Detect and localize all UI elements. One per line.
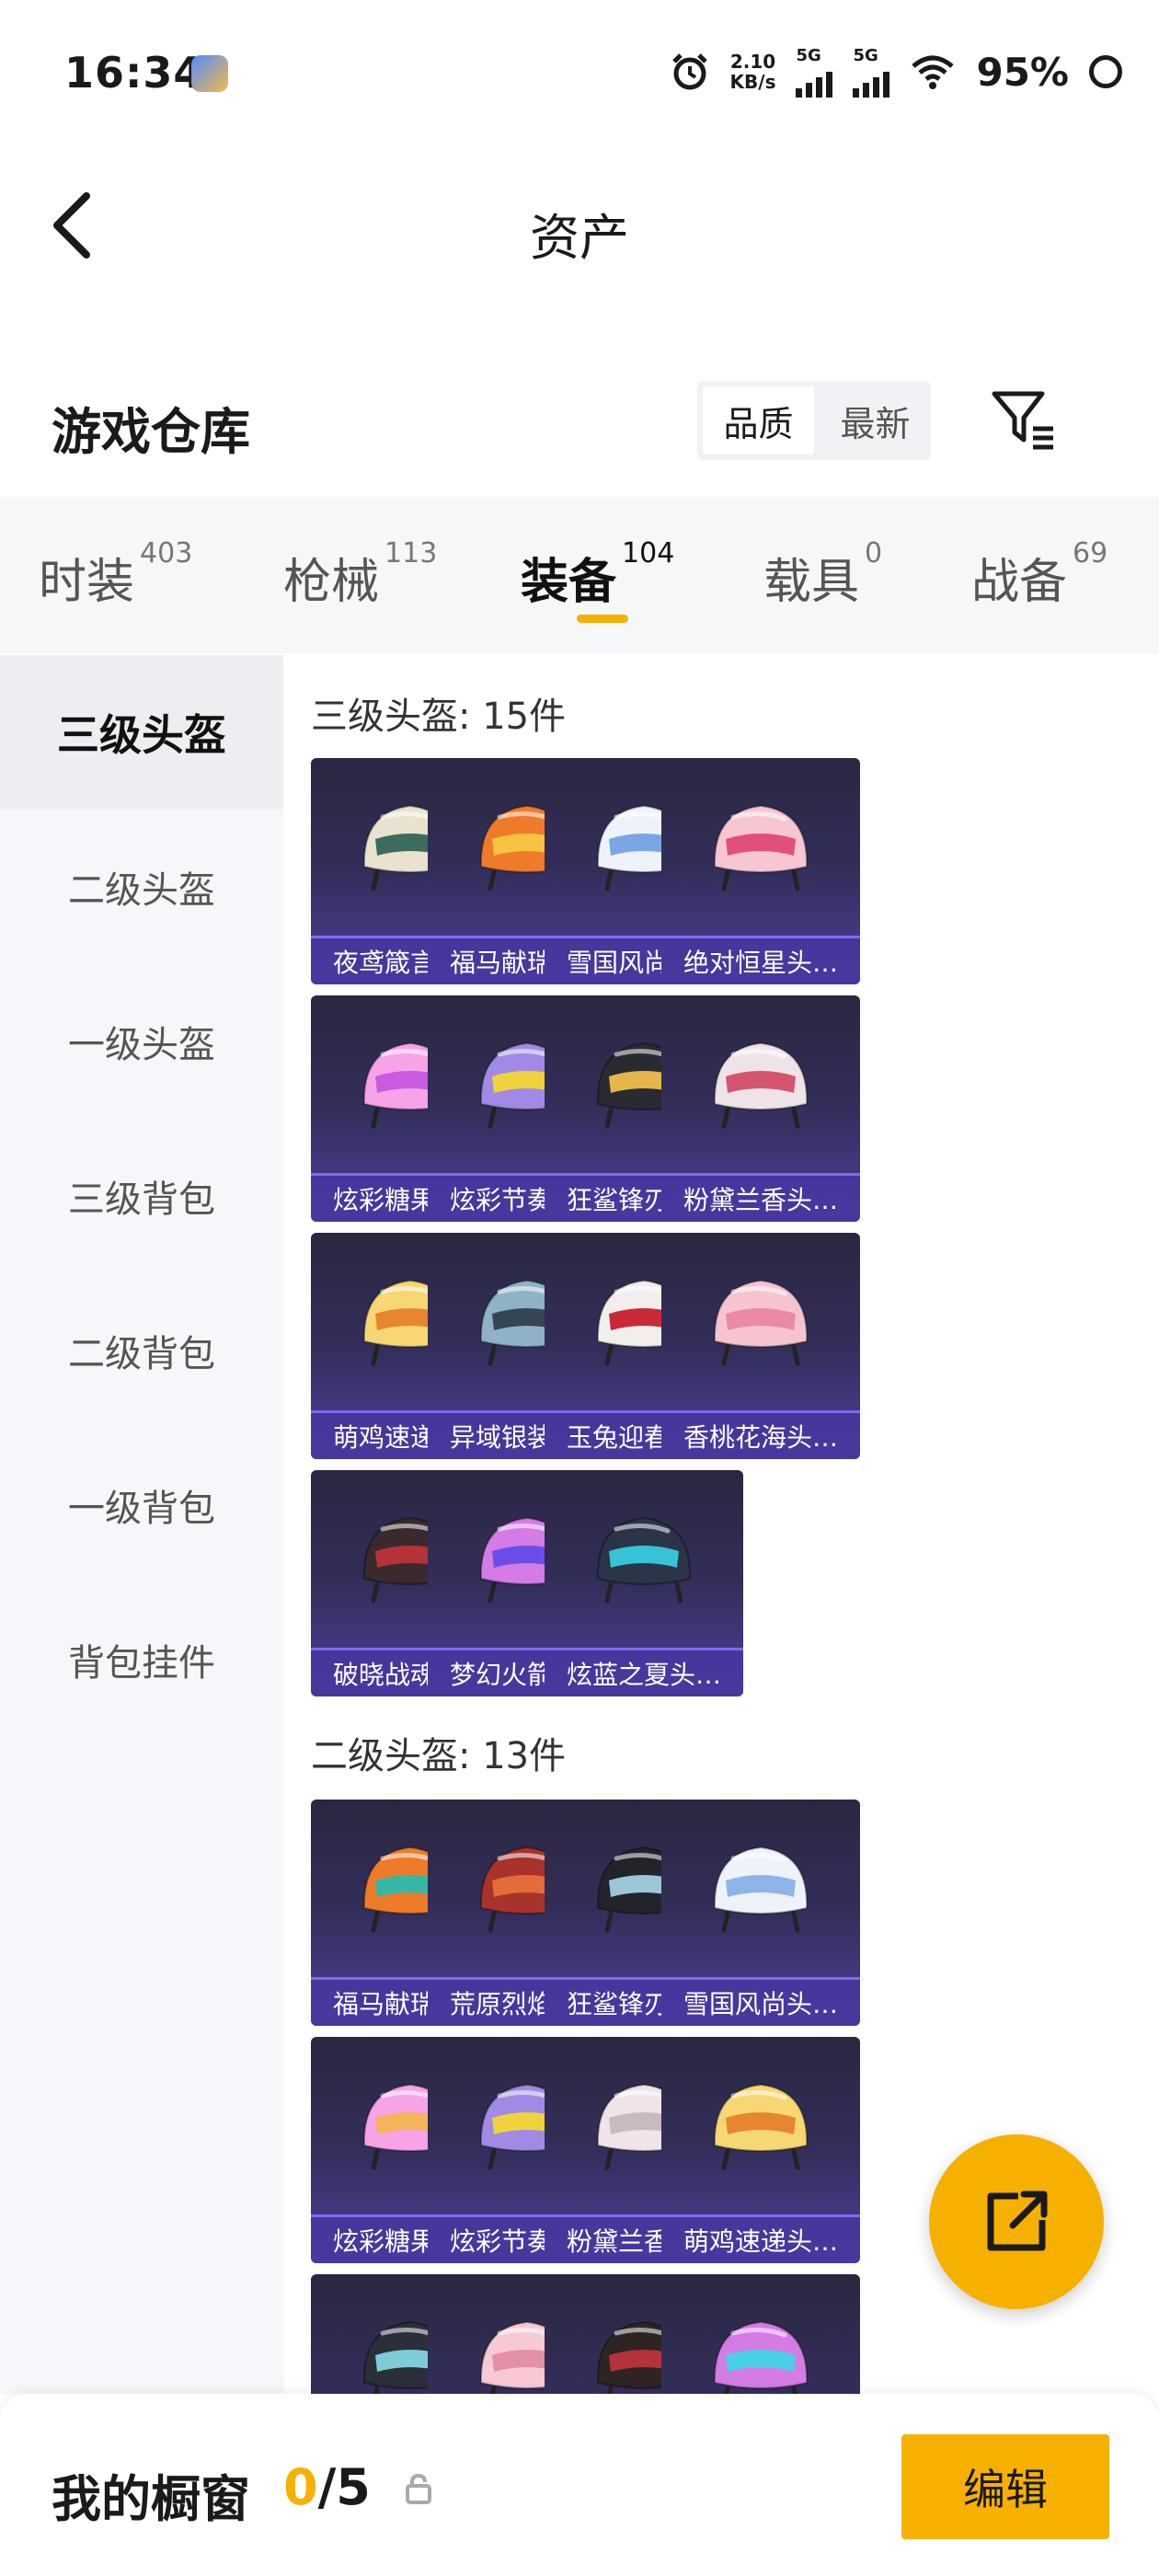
item-name: 粉黛兰香头…	[661, 1176, 860, 1222]
tab-label: 战备	[971, 555, 1068, 610]
net-speed: 2.10 KB/s	[730, 52, 776, 92]
signal-icon: 5G	[853, 46, 890, 98]
warehouse-title: 游戏仓库	[52, 403, 250, 461]
tab-combat-prep[interactable]: 战备69	[971, 537, 1107, 612]
tab-label: 枪械	[283, 555, 380, 610]
battery-level: 95%	[976, 49, 1069, 95]
item-name: 绝对恒星头…	[661, 938, 860, 984]
share-button[interactable]	[929, 2134, 1104, 2309]
item-card[interactable]: 萌鸡速递头…	[661, 2037, 860, 2263]
alarm-icon	[671, 53, 707, 90]
subcategory-sidebar: 三级头盔 二级头盔 一级头盔 三级背包 二级背包 一级背包 背包挂件	[0, 655, 283, 2394]
app-notification-icon	[191, 55, 228, 92]
share-external-icon	[987, 2191, 1048, 2251]
item-card[interactable]: 粉黛兰香头…	[661, 995, 860, 1222]
wifi-icon	[912, 55, 955, 89]
tab-count: 69	[1073, 537, 1108, 569]
sidebar-item-level3-backpack[interactable]: 三级背包	[0, 1119, 283, 1273]
sidebar-item-backpack-pendant[interactable]: 背包挂件	[0, 1582, 283, 1737]
helmet-icon	[713, 2320, 809, 2394]
tab-equipment[interactable]: 装备104	[521, 537, 674, 612]
item-card[interactable]: 炫蓝之夏头…	[545, 1470, 743, 1696]
item-card[interactable]: 绝对恒星头…	[661, 758, 860, 984]
status-indicators: 2.10 KB/s 5G 5G 95%	[670, 44, 1122, 99]
sidebar-item-level3-helmet[interactable]: 三级头盔	[0, 655, 283, 810]
lock-icon	[406, 2473, 431, 2504]
tab-label: 载具	[763, 555, 860, 610]
sort-option-latest[interactable]: 最新	[820, 381, 931, 460]
sidebar-item-level1-helmet[interactable]: 一级头盔	[0, 964, 283, 1119]
tab-count: 403	[140, 537, 193, 569]
tab-label: 装备	[521, 555, 617, 610]
status-time: 16:34	[64, 48, 204, 98]
item-card[interactable]	[661, 2274, 860, 2394]
sidebar-item-level2-helmet[interactable]: 二级头盔	[0, 810, 283, 964]
net-speed-value: 2.10	[729, 51, 776, 73]
sidebar-item-level2-backpack[interactable]: 二级背包	[0, 1273, 283, 1428]
showcase-total: /5	[317, 2458, 371, 2516]
nav-bar: 资产	[0, 166, 1159, 285]
page-title: 资产	[530, 209, 629, 267]
tab-label: 时装	[39, 555, 135, 610]
category-tabs: 时装403 枪械113 装备104 载具0 战备69	[0, 497, 1159, 653]
sort-option-quality[interactable]: 品质	[703, 386, 814, 454]
showcase-count: 0/5	[283, 2458, 371, 2516]
group-title: 二级头盔: 13件	[311, 1735, 567, 1777]
net-speed-unit: KB/s	[729, 71, 776, 93]
tab-count: 113	[384, 537, 438, 569]
item-card[interactable]: 雪国风尚头…	[661, 1800, 860, 2026]
status-bar: 16:34 2.10 KB/s 5G 5G 95%	[0, 0, 1159, 147]
filter-icon[interactable]	[989, 385, 1059, 454]
item-grid: 三级头盔: 15件 夜鸢箴言头… 福马献瑞头… 雪国风尚头… 绝对恒星头… 炫彩糖果头……	[283, 655, 1159, 2394]
helmet-icon	[713, 804, 809, 891]
sidebar-item-level1-backpack[interactable]: 一级背包	[0, 1428, 283, 1582]
signal-label: 5G	[853, 46, 878, 65]
battery-circle-icon	[1089, 55, 1122, 88]
tab-fashion[interactable]: 时装403	[39, 537, 192, 612]
tab-count: 104	[622, 537, 675, 569]
tab-vehicles[interactable]: 载具0	[763, 537, 882, 612]
signal-icon: 5G	[796, 46, 833, 98]
item-name: 萌鸡速递头…	[661, 2217, 860, 2263]
tab-count: 0	[865, 537, 883, 569]
helmet-icon	[713, 1041, 809, 1129]
item-name: 香桃花海头…	[661, 1413, 860, 1459]
showcase-current: 0	[283, 2458, 318, 2516]
item-name: 雪国风尚头…	[661, 1980, 860, 2026]
edit-button[interactable]: 编辑	[901, 2434, 1109, 2539]
tab-firearms[interactable]: 枪械113	[283, 537, 437, 612]
helmet-icon	[596, 1516, 692, 1604]
helmet-icon	[713, 2083, 809, 2170]
item-card[interactable]: 香桃花海头…	[661, 1233, 860, 1459]
active-tab-indicator	[577, 615, 628, 623]
group-title: 三级头盔: 15件	[311, 696, 567, 738]
sort-toggle: 品质 最新	[697, 381, 931, 460]
showcase-bar: 我的橱窗 0/5 编辑	[0, 2394, 1159, 2576]
signal-label: 5G	[796, 46, 821, 65]
helmet-icon	[713, 1846, 809, 1933]
item-name: 炫蓝之夏头…	[545, 1650, 743, 1696]
showcase-label: 我的橱窗	[52, 2470, 250, 2528]
helmet-icon	[713, 1279, 809, 1366]
